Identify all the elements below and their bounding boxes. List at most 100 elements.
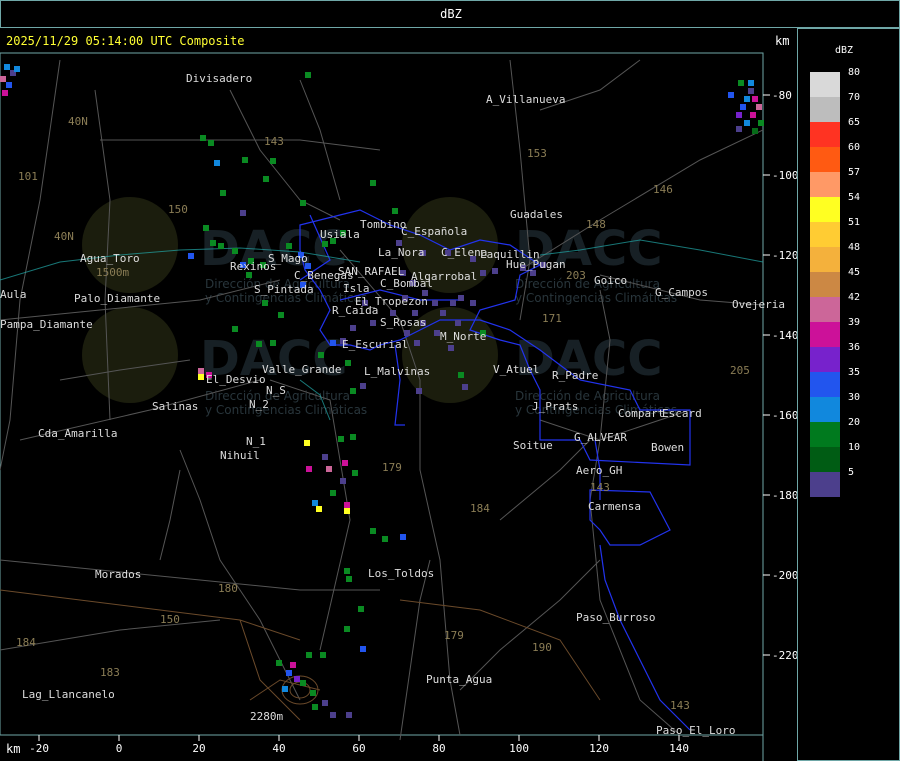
place-label: Soitue [513,439,553,452]
legend-label: 39 [848,317,861,328]
echo-pixel [414,340,420,346]
echo-pixel [214,160,220,166]
legend-swatch [810,372,840,397]
place-label: Hue_Pugan [506,258,566,271]
place-label: C_Española [401,225,467,238]
route-label: 205 [730,364,750,377]
echo-pixel [480,270,486,276]
legend-swatch [810,72,840,97]
echo-pixel [286,670,292,676]
echo-pixel [344,508,350,514]
legend-label: 35 [848,367,861,378]
place-label: S_Rosas [380,316,426,329]
echo-pixel [748,88,754,94]
legend-swatch [810,347,840,372]
place-label: R_Padre [552,369,598,382]
place-label: Compart [618,407,664,420]
echo-pixel [198,374,204,380]
echo-pixel [300,200,306,206]
place-label: Lag_Llancanelo [22,688,115,701]
echo-pixel [6,82,12,88]
place-label: Valle_Grande [262,363,341,376]
route-label: 143 [590,481,610,494]
place-label: Ovejeria [732,298,785,311]
legend-swatch [810,222,840,247]
x-tick-label: 20 [192,742,205,755]
echo-pixel [448,345,454,351]
route-label: 203 [566,269,586,282]
echo-pixel [220,190,226,196]
place-label: S_Pintada [254,283,314,296]
echo-pixel [326,466,332,472]
place-label: V_Atuel [493,363,539,376]
x-tick-label: 60 [352,742,365,755]
echo-pixel [310,690,316,696]
legend-swatch [810,397,840,422]
echo-pixel [270,158,276,164]
echo-pixel [345,360,351,366]
legend-swatch [810,122,840,147]
echo-pixel [458,295,464,301]
echo-pixel [346,576,352,582]
legend-label: 57 [848,167,861,178]
place-label: Goico [594,274,627,287]
place-label: R_Caida [332,304,378,317]
route-label: 1500m [96,266,129,279]
place-label: E_Escurial [342,338,408,351]
place-label: N_1 [246,435,266,448]
echo-pixel [756,104,762,110]
echo-pixel [736,112,742,118]
route-label: 150 [160,613,180,626]
svg-text:y Contingencias Climáticas: y Contingencias Climáticas [515,291,677,305]
echo-pixel [752,96,758,102]
radar-map[interactable]: DACC DACC DACC DACC Dirección de Agricul… [0,0,900,761]
echo-pixel [462,384,468,390]
echo-pixel [744,96,750,102]
echo-pixel [736,126,742,132]
echo-pixel [322,241,328,247]
echo-pixel [370,320,376,326]
route-label: 40N [68,115,88,128]
echo-pixel [240,210,246,216]
route-label: 101 [18,170,38,183]
route-label: 143 [264,135,284,148]
route-label: 153 [527,147,547,160]
place-label: Tombino [360,218,406,231]
timestamp-header: 2025/11/29 05:14:00 UTC Composite [6,34,245,48]
y-axis: -80 -100 -120 -140 -160 -180 -200 -220 [763,89,799,662]
echo-pixel [320,652,326,658]
place-label: El_Desvio [206,373,266,386]
echo-pixel [740,104,746,110]
echo-pixel [304,440,310,446]
svg-text:Dirección de Agricultura: Dirección de Agricultura [515,277,660,291]
route-label: 180 [218,582,238,595]
place-label: C_Bombal [380,277,433,290]
echo-pixel [440,310,446,316]
echo-pixel [400,534,406,540]
echo-pixel [2,90,8,96]
echo-pixel [458,372,464,378]
route-label: 171 [542,312,562,325]
place-label: G_Campos [655,286,708,299]
legend-swatch [810,272,840,297]
place-label: Bowen [651,441,684,454]
place-label: Aero_GH [576,464,622,477]
place-label: Usiala [320,228,360,241]
radar-display: dBZ DACC DACC DACC DACC Dirección de Agr… [0,0,900,761]
place-label: S_Mago [268,252,308,265]
echo-pixel [338,436,344,442]
place-label: Nihuil [220,449,260,462]
legend-label: 60 [848,142,861,153]
route-label: 179 [382,461,402,474]
echo-pixel [290,662,296,668]
place-label: Carmensa [588,500,641,513]
legend-swatch [810,447,840,472]
echo-pixel [322,454,328,460]
x-tick-label: -20 [29,742,49,755]
echo-pixel [318,352,324,358]
echo-pixel [752,128,758,134]
legend-swatch [810,422,840,447]
legend-label: 65 [848,117,861,128]
legend-label: 80 [848,67,861,78]
echo-pixel [294,676,300,682]
